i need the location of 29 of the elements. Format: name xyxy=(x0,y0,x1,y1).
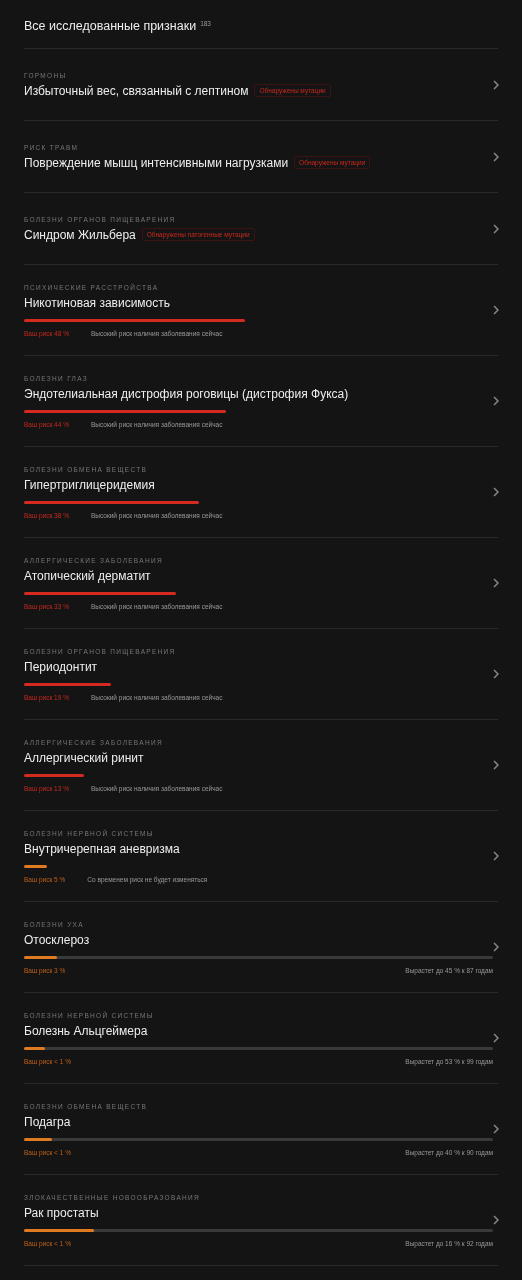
chevron-icon xyxy=(493,1215,499,1225)
trait-title: Избыточный вес, связанный с лептином xyxy=(24,83,249,98)
chevron-icon xyxy=(493,151,499,162)
trait-title: Периодонтит xyxy=(24,659,98,674)
chevron-icon xyxy=(493,396,499,406)
trait-title: Подагра xyxy=(24,1114,71,1129)
chevron-icon xyxy=(493,851,499,861)
trait-title: Атопический дерматит xyxy=(24,568,151,583)
trait-title: Синдром Жильбера xyxy=(24,227,136,242)
chevron-icon xyxy=(493,1124,499,1134)
chevron-icon xyxy=(493,79,499,90)
trait-title: Эндотелиальная дистрофия роговицы (дистрофия Фукса) xyxy=(24,386,349,401)
trait-title: Повреждение мышц интенсивными нагрузками xyxy=(24,155,289,170)
chevron-icon xyxy=(493,669,499,679)
chevron-icon xyxy=(493,760,499,770)
trait-title: Отосклероз xyxy=(24,932,90,947)
chevron-icon xyxy=(493,578,499,588)
trait-title: Внутричерепная аневризма xyxy=(24,841,180,856)
trait-title: Болезнь Альцгеймера xyxy=(24,1023,148,1038)
trait-title: Гипертриглицеридемия xyxy=(24,477,155,492)
chevron-icon xyxy=(493,942,499,952)
chevron-icon xyxy=(493,487,499,497)
chevron-icon xyxy=(493,223,499,234)
trait-title: Рак простаты xyxy=(24,1205,99,1220)
trait-title: Аллергический ринит xyxy=(24,750,144,765)
section-title: Все исследованные признаки xyxy=(24,19,197,33)
trait-title: Никотиновая зависимость xyxy=(24,295,171,310)
chevron-icon xyxy=(493,1033,499,1043)
chevron-icon xyxy=(493,305,499,315)
